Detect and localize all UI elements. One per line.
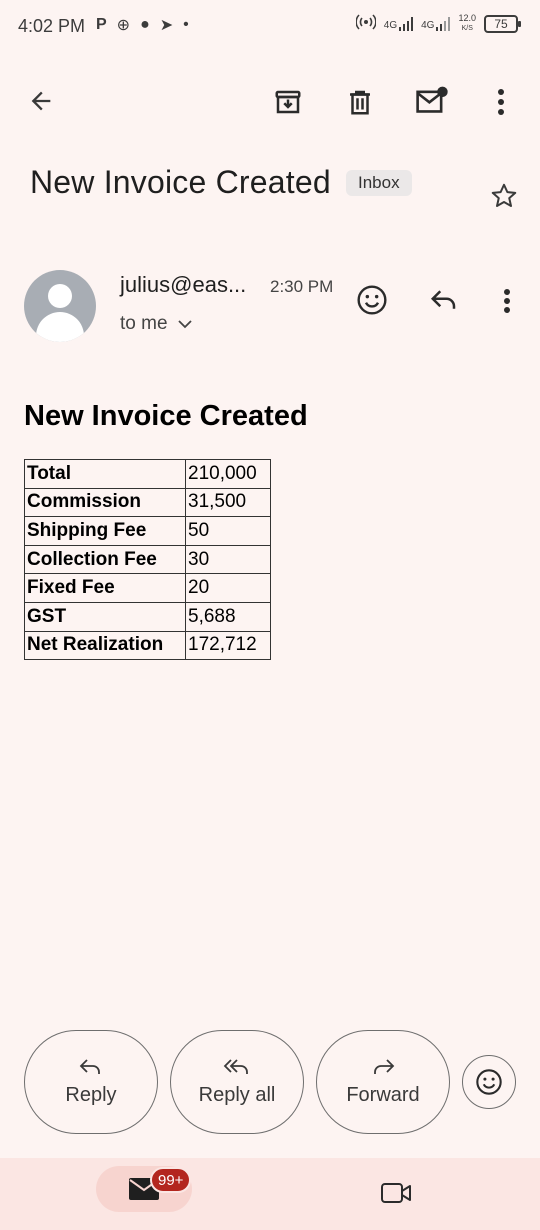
battery-level: 75 [494, 16, 508, 31]
add-reaction-button[interactable] [462, 1055, 516, 1109]
invoice-row: Commission 31,500 [24, 487, 271, 518]
status-notification-icons: P ⊕ ● ➤ • [96, 15, 189, 35]
nav-meet-tab[interactable] [378, 1178, 414, 1208]
video-camera-icon [381, 1183, 411, 1203]
app-icon: ⊕ [116, 17, 131, 34]
net-speed-value: 12.0 [458, 13, 476, 23]
react-emoji-button[interactable] [354, 282, 390, 318]
signal-1-icon: 4G [383, 16, 414, 31]
email-body-title: New Invoice Created [24, 400, 308, 432]
forward-icon [374, 1058, 395, 1074]
invoice-item-value: 5,688 [185, 601, 271, 632]
message-more-button[interactable] [500, 286, 514, 316]
invoice-item-value: 20 [185, 573, 271, 603]
delete-icon [350, 90, 370, 115]
reply-all-label: Reply all [198, 1083, 276, 1106]
invoice-row: GST 5,688 [24, 601, 271, 632]
hotspot-icon [355, 14, 377, 33]
inbox-label-chip[interactable]: Inbox [346, 170, 412, 196]
reply-button[interactable]: Reply [24, 1030, 158, 1134]
forward-button[interactable]: Forward [316, 1030, 450, 1134]
status-time: 4:02 PM [18, 16, 86, 36]
arrow-back-icon [31, 91, 51, 111]
net-speed-unit: K/S [461, 25, 473, 32]
more-vert-icon [498, 89, 504, 115]
reply-label: Reply [65, 1083, 117, 1106]
avatar-head-shape [48, 284, 72, 308]
more-notifications-icon: • [183, 16, 189, 33]
invoice-item-label: Fixed Fee [24, 573, 186, 603]
emoji-icon [357, 285, 387, 315]
archive-icon [275, 90, 301, 114]
mail-unread-badge: 99+ [150, 1167, 192, 1193]
reply-all-button[interactable]: Reply all [170, 1030, 304, 1134]
forward-label: Forward [346, 1083, 420, 1106]
telegram-icon: ➤ [159, 17, 174, 34]
bottom-navigation [0, 1158, 540, 1230]
avatar-body-shape [36, 312, 84, 342]
invoice-row: Net Realization 172,712 [24, 630, 271, 661]
invoice-item-value: 31,500 [185, 487, 271, 518]
battery-icon: 75 [484, 14, 521, 33]
more-vert-icon [504, 289, 510, 313]
status-system-icons: 4G 4G 12.0 K/S 75 [355, 14, 521, 33]
invoice-item-value: 30 [185, 544, 271, 575]
invoice-row: Fixed Fee 20 [24, 573, 271, 603]
dot-app-icon: ● [140, 16, 150, 33]
net-type-2: 4G [421, 19, 435, 31]
emoji-icon [476, 1069, 502, 1095]
invoice-row: Shipping Fee 50 [24, 516, 271, 546]
invoice-table: Total 210,000 Commission 31,500 Shipping Fee… [24, 459, 271, 661]
mark-unread-button[interactable] [412, 82, 452, 120]
net-type-1: 4G [383, 19, 398, 31]
chevron-down-icon [177, 320, 192, 329]
recipient-details-toggle[interactable]: to me [120, 313, 192, 335]
reply-all-icon [223, 1058, 248, 1074]
invoice-item-value: 50 [185, 516, 271, 546]
recipient-label: to me [120, 313, 168, 334]
invoice-item-label: GST [24, 601, 186, 632]
invoice-item-label: Total [24, 459, 186, 489]
invoice-item-value: 210,000 [185, 459, 271, 489]
invoice-row: Collection Fee 30 [24, 544, 271, 575]
invoice-item-label: Net Realization [24, 630, 186, 661]
invoice-item-value: 172,712 [185, 630, 271, 661]
reply-icon [79, 1058, 100, 1074]
invoice-row: Total 210,000 [24, 459, 271, 489]
more-options-button[interactable] [488, 84, 514, 120]
email-subject: New Invoice Created [30, 164, 331, 200]
reply-icon-button[interactable] [426, 284, 462, 316]
sender-avatar[interactable] [24, 270, 96, 342]
star-icon [491, 183, 517, 207]
invoice-item-label: Shipping Fee [24, 516, 186, 546]
email-time: 2:30 PM [270, 277, 334, 296]
parking-app-icon: P [96, 16, 107, 33]
invoice-item-label: Commission [24, 487, 186, 518]
star-button[interactable] [486, 180, 522, 212]
net-speed: 12.0 K/S [458, 14, 476, 33]
delete-button[interactable] [342, 84, 378, 120]
signal-2-icon: 4G [421, 16, 451, 31]
back-button[interactable] [24, 84, 58, 118]
sender-email[interactable]: julius@eas... [120, 272, 246, 298]
invoice-item-label: Collection Fee [24, 544, 186, 575]
mark-unread-icon [416, 86, 448, 113]
reply-icon [430, 290, 456, 309]
archive-button[interactable] [270, 84, 306, 120]
